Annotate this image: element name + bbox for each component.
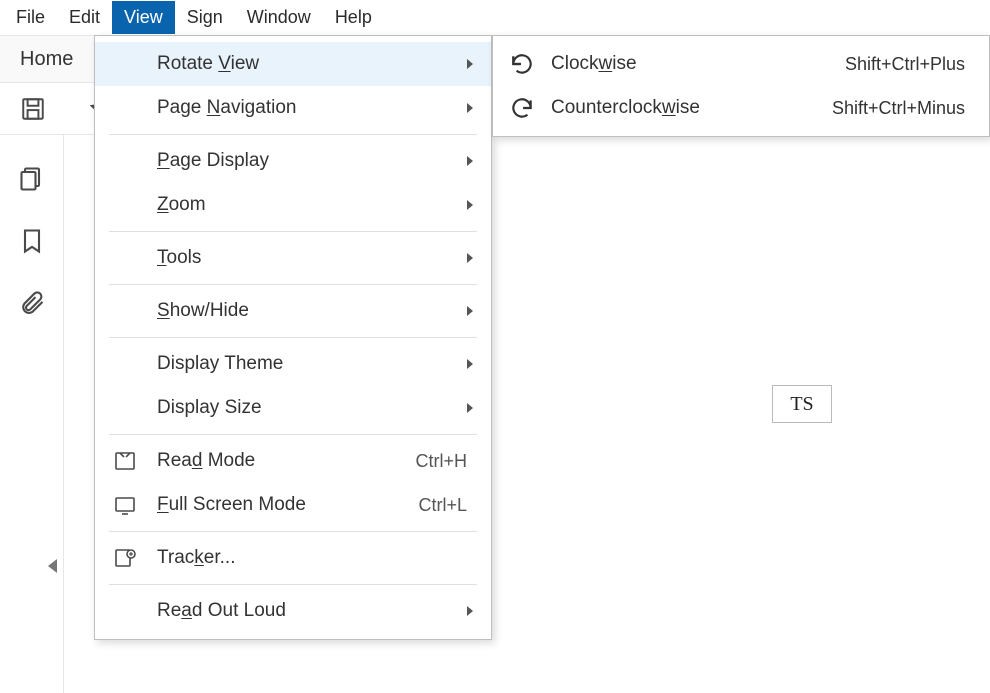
menu-page-display[interactable]: Page Display bbox=[95, 139, 491, 183]
menu-divider bbox=[109, 584, 477, 585]
menu-read-out-loud[interactable]: Read Out Loud bbox=[95, 589, 491, 633]
menu-label: Zoom bbox=[157, 194, 467, 216]
menu-label: Tools bbox=[157, 247, 467, 269]
submenu-arrow-icon bbox=[467, 606, 473, 616]
menu-tracker[interactable]: Tracker... bbox=[95, 536, 491, 580]
attachment-icon[interactable] bbox=[18, 289, 46, 317]
full-screen-icon bbox=[113, 493, 157, 517]
submenu-arrow-icon bbox=[467, 403, 473, 413]
menu-bar: File Edit View Sign Window Help bbox=[0, 0, 990, 35]
menu-display-size[interactable]: Display Size bbox=[95, 386, 491, 430]
submenu-shortcut: Shift+Ctrl+Plus bbox=[845, 54, 965, 75]
menu-label: Page Display bbox=[157, 150, 467, 172]
menu-divider bbox=[109, 134, 477, 135]
menu-tools[interactable]: Tools bbox=[95, 236, 491, 280]
submenu-label: Clockwise bbox=[551, 53, 845, 75]
menu-label: Read Out Loud bbox=[157, 600, 467, 622]
comment-annotation[interactable]: TS bbox=[772, 385, 832, 423]
submenu-arrow-icon bbox=[467, 156, 473, 166]
submenu-arrow-icon bbox=[467, 200, 473, 210]
menu-label: Show/Hide bbox=[157, 300, 467, 322]
submenu-arrow-icon bbox=[467, 306, 473, 316]
submenu-arrow-icon bbox=[467, 103, 473, 113]
menu-sign[interactable]: Sign bbox=[175, 1, 235, 34]
menu-divider bbox=[109, 531, 477, 532]
submenu-shortcut: Shift+Ctrl+Minus bbox=[832, 98, 965, 119]
menu-help[interactable]: Help bbox=[323, 1, 384, 34]
menu-display-theme[interactable]: Display Theme bbox=[95, 342, 491, 386]
menu-shortcut: Ctrl+H bbox=[415, 451, 467, 472]
menu-label: Full Screen Mode bbox=[157, 494, 418, 516]
menu-edit[interactable]: Edit bbox=[57, 1, 112, 34]
tracker-icon bbox=[113, 546, 157, 570]
menu-full-screen[interactable]: Full Screen Mode Ctrl+L bbox=[95, 483, 491, 527]
menu-divider bbox=[109, 284, 477, 285]
rotate-view-submenu: Clockwise Shift+Ctrl+Plus Counterclockwi… bbox=[492, 35, 990, 137]
menu-label: Read Mode bbox=[157, 450, 415, 472]
counterclockwise-icon bbox=[509, 95, 551, 121]
menu-show-hide[interactable]: Show/Hide bbox=[95, 289, 491, 333]
tab-home[interactable]: Home bbox=[20, 48, 73, 71]
menu-label: Tracker... bbox=[157, 547, 473, 569]
submenu-arrow-icon bbox=[467, 59, 473, 69]
sidebar bbox=[0, 135, 64, 693]
submenu-label: Counterclockwise bbox=[551, 97, 832, 119]
submenu-clockwise[interactable]: Clockwise Shift+Ctrl+Plus bbox=[493, 42, 989, 86]
submenu-counterclockwise[interactable]: Counterclockwise Shift+Ctrl+Minus bbox=[493, 86, 989, 130]
menu-divider bbox=[109, 231, 477, 232]
menu-label: Display Size bbox=[157, 397, 467, 419]
thumbnails-icon[interactable] bbox=[18, 165, 46, 193]
menu-label: Rotate View bbox=[157, 53, 467, 75]
menu-page-navigation[interactable]: Page Navigation bbox=[95, 86, 491, 130]
menu-read-mode[interactable]: Read Mode Ctrl+H bbox=[95, 439, 491, 483]
menu-rotate-view[interactable]: Rotate View bbox=[95, 42, 491, 86]
menu-divider bbox=[109, 337, 477, 338]
menu-file[interactable]: File bbox=[4, 1, 57, 34]
view-menu-dropdown: Rotate View Page Navigation Page Display… bbox=[94, 35, 492, 640]
menu-divider bbox=[109, 434, 477, 435]
menu-window[interactable]: Window bbox=[235, 1, 323, 34]
submenu-arrow-icon bbox=[467, 253, 473, 263]
clockwise-icon bbox=[509, 51, 551, 77]
read-mode-icon bbox=[113, 449, 157, 473]
collapse-sidebar-icon[interactable] bbox=[48, 559, 57, 573]
menu-view[interactable]: View bbox=[112, 1, 175, 34]
menu-zoom[interactable]: Zoom bbox=[95, 183, 491, 227]
bookmark-icon[interactable] bbox=[18, 227, 46, 255]
menu-label: Page Navigation bbox=[157, 97, 467, 119]
menu-shortcut: Ctrl+L bbox=[418, 495, 467, 516]
save-icon[interactable] bbox=[20, 96, 46, 122]
submenu-arrow-icon bbox=[467, 359, 473, 369]
menu-label: Display Theme bbox=[157, 353, 467, 375]
